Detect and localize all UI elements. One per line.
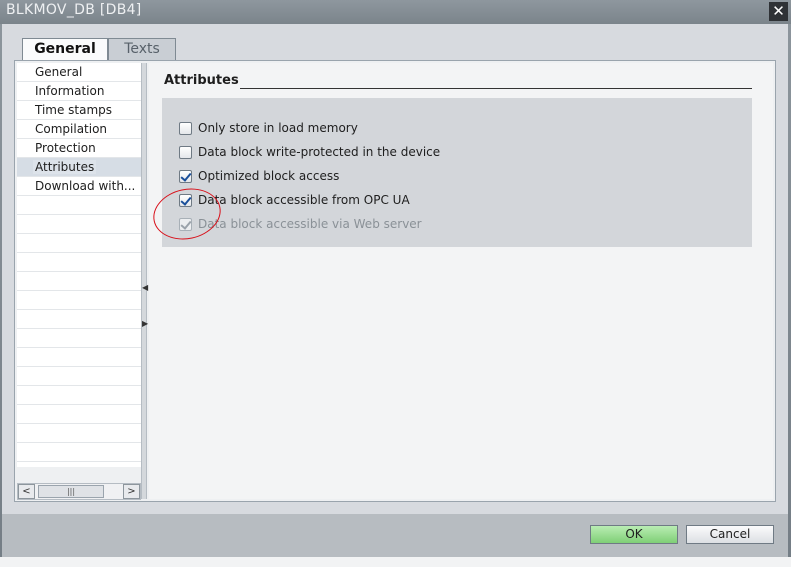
nav-empty-row bbox=[17, 424, 141, 443]
scroll-right-button[interactable]: > bbox=[123, 484, 140, 499]
nav-item-label: Protection bbox=[35, 141, 96, 155]
close-icon: ✕ bbox=[772, 2, 785, 20]
checkbox-row-web-server: Data block accessible via Web server bbox=[179, 215, 422, 233]
scroll-left-button[interactable]: < bbox=[18, 484, 35, 499]
checkbox-opc-ua[interactable] bbox=[179, 193, 192, 207]
property-nav: General Information Time stamps Compilat… bbox=[17, 63, 141, 467]
checkbox-label: Optimized block access bbox=[198, 169, 340, 183]
nav-item-compilation[interactable]: Compilation bbox=[17, 120, 141, 139]
nav-empty-row bbox=[17, 367, 141, 386]
expand-right-icon[interactable]: ▶ bbox=[142, 319, 148, 329]
close-button[interactable]: ✕ bbox=[769, 2, 788, 21]
checkbox-label: Data block write-protected in the device bbox=[198, 145, 441, 159]
nav-empty-row bbox=[17, 253, 141, 272]
tab-texts[interactable]: Texts bbox=[108, 38, 176, 60]
checkbox-optimized-access[interactable] bbox=[179, 169, 192, 183]
tab-panel: General Information Time stamps Compilat… bbox=[14, 60, 776, 502]
checkbox-label: Data block accessible from OPC UA bbox=[198, 193, 410, 207]
checkbox-label: Data block accessible via Web server bbox=[198, 217, 422, 231]
tab-general[interactable]: General bbox=[22, 38, 108, 61]
nav-item-label: Download with... bbox=[35, 179, 136, 193]
checkbox-write-protected[interactable] bbox=[179, 145, 192, 159]
checkbox-row-opc-ua[interactable]: Data block accessible from OPC UA bbox=[179, 191, 410, 209]
nav-item-general[interactable]: General bbox=[17, 63, 141, 82]
nav-empty-row bbox=[17, 291, 141, 310]
nav-item-information[interactable]: Information bbox=[17, 82, 141, 101]
window-title: BLKMOV_DB [DB4] bbox=[6, 2, 142, 18]
nav-item-label: Attributes bbox=[33, 160, 97, 174]
nav-horizontal-scrollbar[interactable]: < ||| > bbox=[17, 483, 141, 500]
nav-item-protection[interactable]: Protection bbox=[17, 139, 141, 158]
grip-icon: ||| bbox=[66, 487, 76, 496]
collapse-left-icon[interactable]: ◀ bbox=[142, 283, 148, 293]
background-app-strip bbox=[0, 557, 791, 567]
nav-empty-row bbox=[17, 196, 141, 215]
checkbox-row-optimized-access[interactable]: Optimized block access bbox=[179, 167, 339, 185]
nav-item-label: General bbox=[35, 65, 83, 79]
section-title: Attributes bbox=[164, 73, 239, 88]
cancel-button[interactable]: Cancel bbox=[686, 525, 774, 544]
checkbox-web-server bbox=[179, 217, 192, 231]
nav-empty-row bbox=[17, 329, 141, 348]
nav-empty-row bbox=[17, 310, 141, 329]
dialog-client: General Texts General Information Time s… bbox=[2, 24, 788, 557]
chevron-left-icon: < bbox=[22, 486, 31, 497]
nav-empty-row bbox=[17, 386, 141, 405]
ok-button[interactable]: OK bbox=[590, 525, 678, 544]
scroll-thumb[interactable]: ||| bbox=[38, 485, 104, 498]
title-bar[interactable]: BLKMOV_DB [DB4] ✕ bbox=[0, 0, 791, 24]
checkbox-label: Only store in load memory bbox=[198, 121, 358, 135]
pane-splitter[interactable]: ◀ ▶ bbox=[141, 63, 148, 499]
checkbox-row-load-memory[interactable]: Only store in load memory bbox=[179, 119, 358, 137]
dialog-footer: OK Cancel bbox=[2, 514, 788, 557]
nav-empty-row bbox=[17, 443, 141, 462]
checkbox-load-memory[interactable] bbox=[179, 121, 192, 135]
nav-item-attributes[interactable]: Attributes bbox=[17, 158, 141, 177]
nav-item-download-with[interactable]: Download with... bbox=[17, 177, 141, 196]
dialog-window: BLKMOV_DB [DB4] ✕ General Texts General … bbox=[0, 0, 791, 567]
nav-empty-row bbox=[17, 405, 141, 424]
section-divider bbox=[240, 88, 752, 89]
nav-item-label: Time stamps bbox=[35, 103, 113, 117]
attributes-content: Attributes Only store in load memory Dat… bbox=[149, 63, 773, 499]
nav-empty-row bbox=[17, 272, 141, 291]
nav-empty-row bbox=[17, 215, 141, 234]
nav-item-label: Information bbox=[35, 84, 105, 98]
checkbox-row-write-protected[interactable]: Data block write-protected in the device bbox=[179, 143, 440, 161]
chevron-right-icon: > bbox=[127, 486, 136, 497]
nav-empty-row bbox=[17, 348, 141, 367]
nav-empty-row bbox=[17, 234, 141, 253]
nav-item-label: Compilation bbox=[35, 122, 108, 136]
nav-item-time-stamps[interactable]: Time stamps bbox=[17, 101, 141, 120]
attributes-group: Only store in load memory Data block wri… bbox=[162, 98, 752, 247]
